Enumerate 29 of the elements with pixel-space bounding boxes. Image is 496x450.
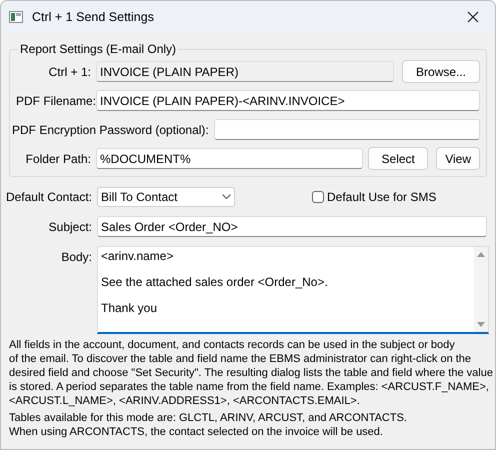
password-field[interactable] [214, 119, 480, 140]
folder-path-field[interactable]: %DOCUMENT% [96, 148, 364, 169]
body-line: See the attached sales order <Order_No>. [101, 276, 329, 289]
scrollbar[interactable] [474, 247, 488, 332]
app-icon [9, 10, 23, 22]
field-label: Default Contact: [4, 190, 92, 204]
field-label: Body: [60, 250, 92, 264]
view-button[interactable]: View [436, 147, 480, 170]
scroll-up-icon[interactable] [477, 252, 485, 257]
body-text-area[interactable]: <arinv.name> See the attached sales order <Order_No>. Thank you [97, 246, 489, 334]
body-line: Thank you [101, 302, 158, 315]
field-label: Folder Path: [24, 152, 91, 166]
field-label: PDF Encryption Password (optional): [12, 122, 209, 136]
scroll-down-icon[interactable] [477, 322, 485, 327]
filename-field[interactable]: INVOICE (PLAIN PAPER)-<ARINV.INVOICE> [96, 90, 480, 111]
window-title: Ctrl + 1 Send Settings [32, 10, 155, 24]
contact-dropdown[interactable]: Bill To Contact [97, 186, 235, 206]
help-paragraph: Tables available for this mode are: GLCTL, ARINV, ARCUST, and ARCONTACTS. When using ARCONTACTS, the contact selected on the invoice will be used. [9, 411, 407, 439]
close-icon[interactable] [467, 10, 479, 22]
chevron-down-icon [222, 194, 231, 199]
checkbox-label: Default Use for SMS [327, 190, 436, 204]
field-label: Subject: [48, 220, 92, 234]
group-title: Report Settings (E-mail Only) [19, 42, 178, 56]
field-label: Ctrl + 1: [48, 64, 91, 78]
select-button[interactable]: Select [368, 147, 428, 170]
subject-field[interactable]: Sales Order <Order_NO> [97, 216, 487, 237]
help-paragraph: All fields in the account, document, and contacts records can be used in the subject or body of the email. To discover the table and field name the EBMS administrator can right-click on the desired field and choose "Set Security". The resulting dialog lists the table and field where the value is stored. A period separates the table name from the field name. Examples: <ARCUST.F_NAME>, <ARCUST.L_NAME>, <ARINV.ADDRESS1>, <ARCONTACTS.EMAIL>. [9, 338, 493, 408]
body-line: <arinv.name> [101, 250, 174, 263]
sms-checkbox[interactable] [312, 190, 324, 202]
